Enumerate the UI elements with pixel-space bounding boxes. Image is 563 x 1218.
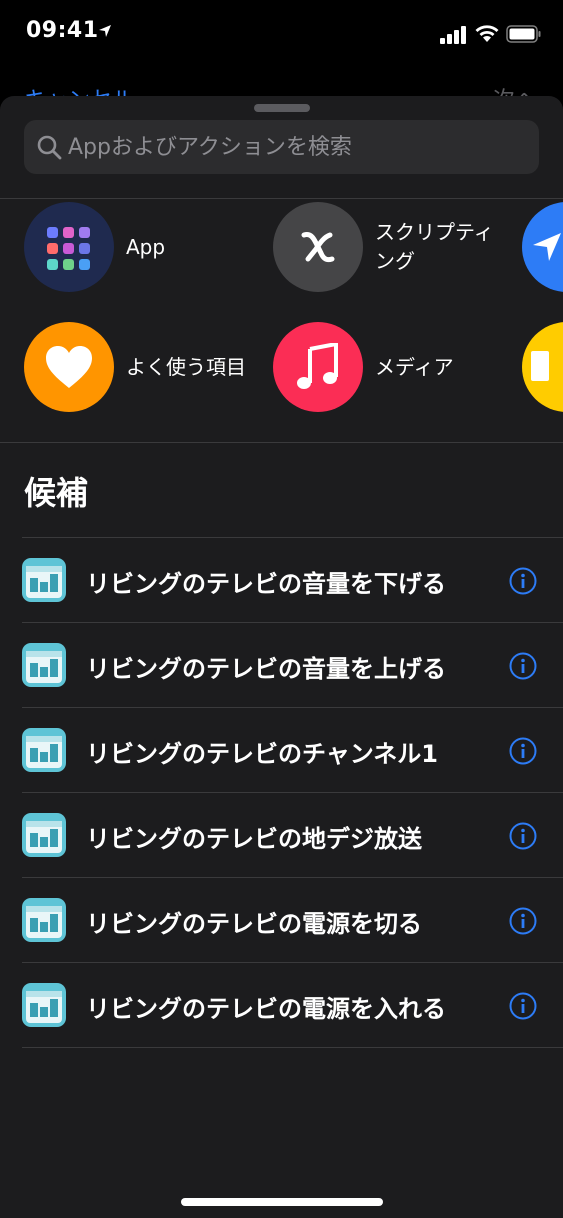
suggestion-row[interactable]: リビングのテレビの電源を切る xyxy=(0,878,563,963)
location-arrow-icon xyxy=(522,202,563,292)
info-icon[interactable] xyxy=(509,907,537,935)
info-icon[interactable] xyxy=(509,737,537,765)
remote-app-icon xyxy=(22,983,66,1027)
info-icon[interactable] xyxy=(509,992,537,1020)
home-indicator[interactable] xyxy=(181,1198,383,1206)
cellular-signal-icon xyxy=(440,26,466,44)
category-label: よく使う項目 xyxy=(126,354,246,379)
suggestion-row[interactable]: リビングのテレビの電源を入れる xyxy=(0,963,563,1048)
remote-app-icon xyxy=(22,898,66,942)
action-picker-sheet: App スクリプティング よく使う項目 xyxy=(0,96,563,1218)
divider xyxy=(0,442,563,443)
category-documents[interactable] xyxy=(522,322,563,412)
divider xyxy=(0,198,563,199)
suggestion-row[interactable]: リビングのテレビの音量を下げる xyxy=(0,538,563,623)
category-favorites[interactable]: よく使う項目 xyxy=(24,322,256,412)
remote-app-icon xyxy=(22,813,66,857)
sheet-grabber[interactable] xyxy=(254,104,310,112)
category-media[interactable]: メディア xyxy=(273,322,505,412)
search-bar[interactable] xyxy=(24,120,539,174)
battery-icon xyxy=(506,25,541,43)
remote-app-icon xyxy=(22,728,66,772)
suggestion-label: リビングのテレビのチャンネル1 xyxy=(86,740,438,768)
app-grid-icon xyxy=(24,202,114,292)
remote-app-icon xyxy=(22,643,66,687)
suggestion-label: リビングのテレビの音量を上げる xyxy=(86,655,446,683)
suggestion-label: リビングのテレビの電源を入れる xyxy=(86,995,446,1023)
music-note-icon xyxy=(273,322,363,412)
heart-icon xyxy=(24,322,114,412)
suggestion-row[interactable]: リビングのテレビのチャンネル1 xyxy=(0,708,563,793)
suggestion-label: リビングのテレビの地デジ放送 xyxy=(86,825,422,853)
row-divider xyxy=(22,1047,563,1048)
info-icon[interactable] xyxy=(509,567,537,595)
suggestion-label: リビングのテレビの電源を切る xyxy=(86,910,422,938)
wifi-icon xyxy=(475,25,499,42)
category-label: App xyxy=(126,234,166,259)
status-bar: 09:41 xyxy=(0,0,563,68)
location-services-icon xyxy=(99,25,111,37)
scripting-x-icon xyxy=(273,202,363,292)
category-label: スクリプティング xyxy=(375,220,494,273)
category-label: メディア xyxy=(375,354,454,379)
category-scripting[interactable]: スクリプティング xyxy=(273,202,503,292)
documents-icon xyxy=(522,322,563,412)
search-icon xyxy=(37,135,62,160)
info-icon[interactable] xyxy=(509,652,537,680)
suggestion-row[interactable]: リビングのテレビの地デジ放送 xyxy=(0,793,563,878)
suggestion-row[interactable]: リビングのテレビの音量を上げる xyxy=(0,623,563,708)
remote-app-icon xyxy=(22,558,66,602)
search-input[interactable] xyxy=(68,120,528,174)
suggestions-title: 候補 xyxy=(24,474,89,512)
category-app[interactable]: App xyxy=(24,202,256,292)
status-time: 09:41 xyxy=(26,18,99,43)
suggestion-label: リビングのテレビの音量を下げる xyxy=(86,570,446,598)
info-icon[interactable] xyxy=(509,822,537,850)
category-location[interactable] xyxy=(522,202,563,292)
